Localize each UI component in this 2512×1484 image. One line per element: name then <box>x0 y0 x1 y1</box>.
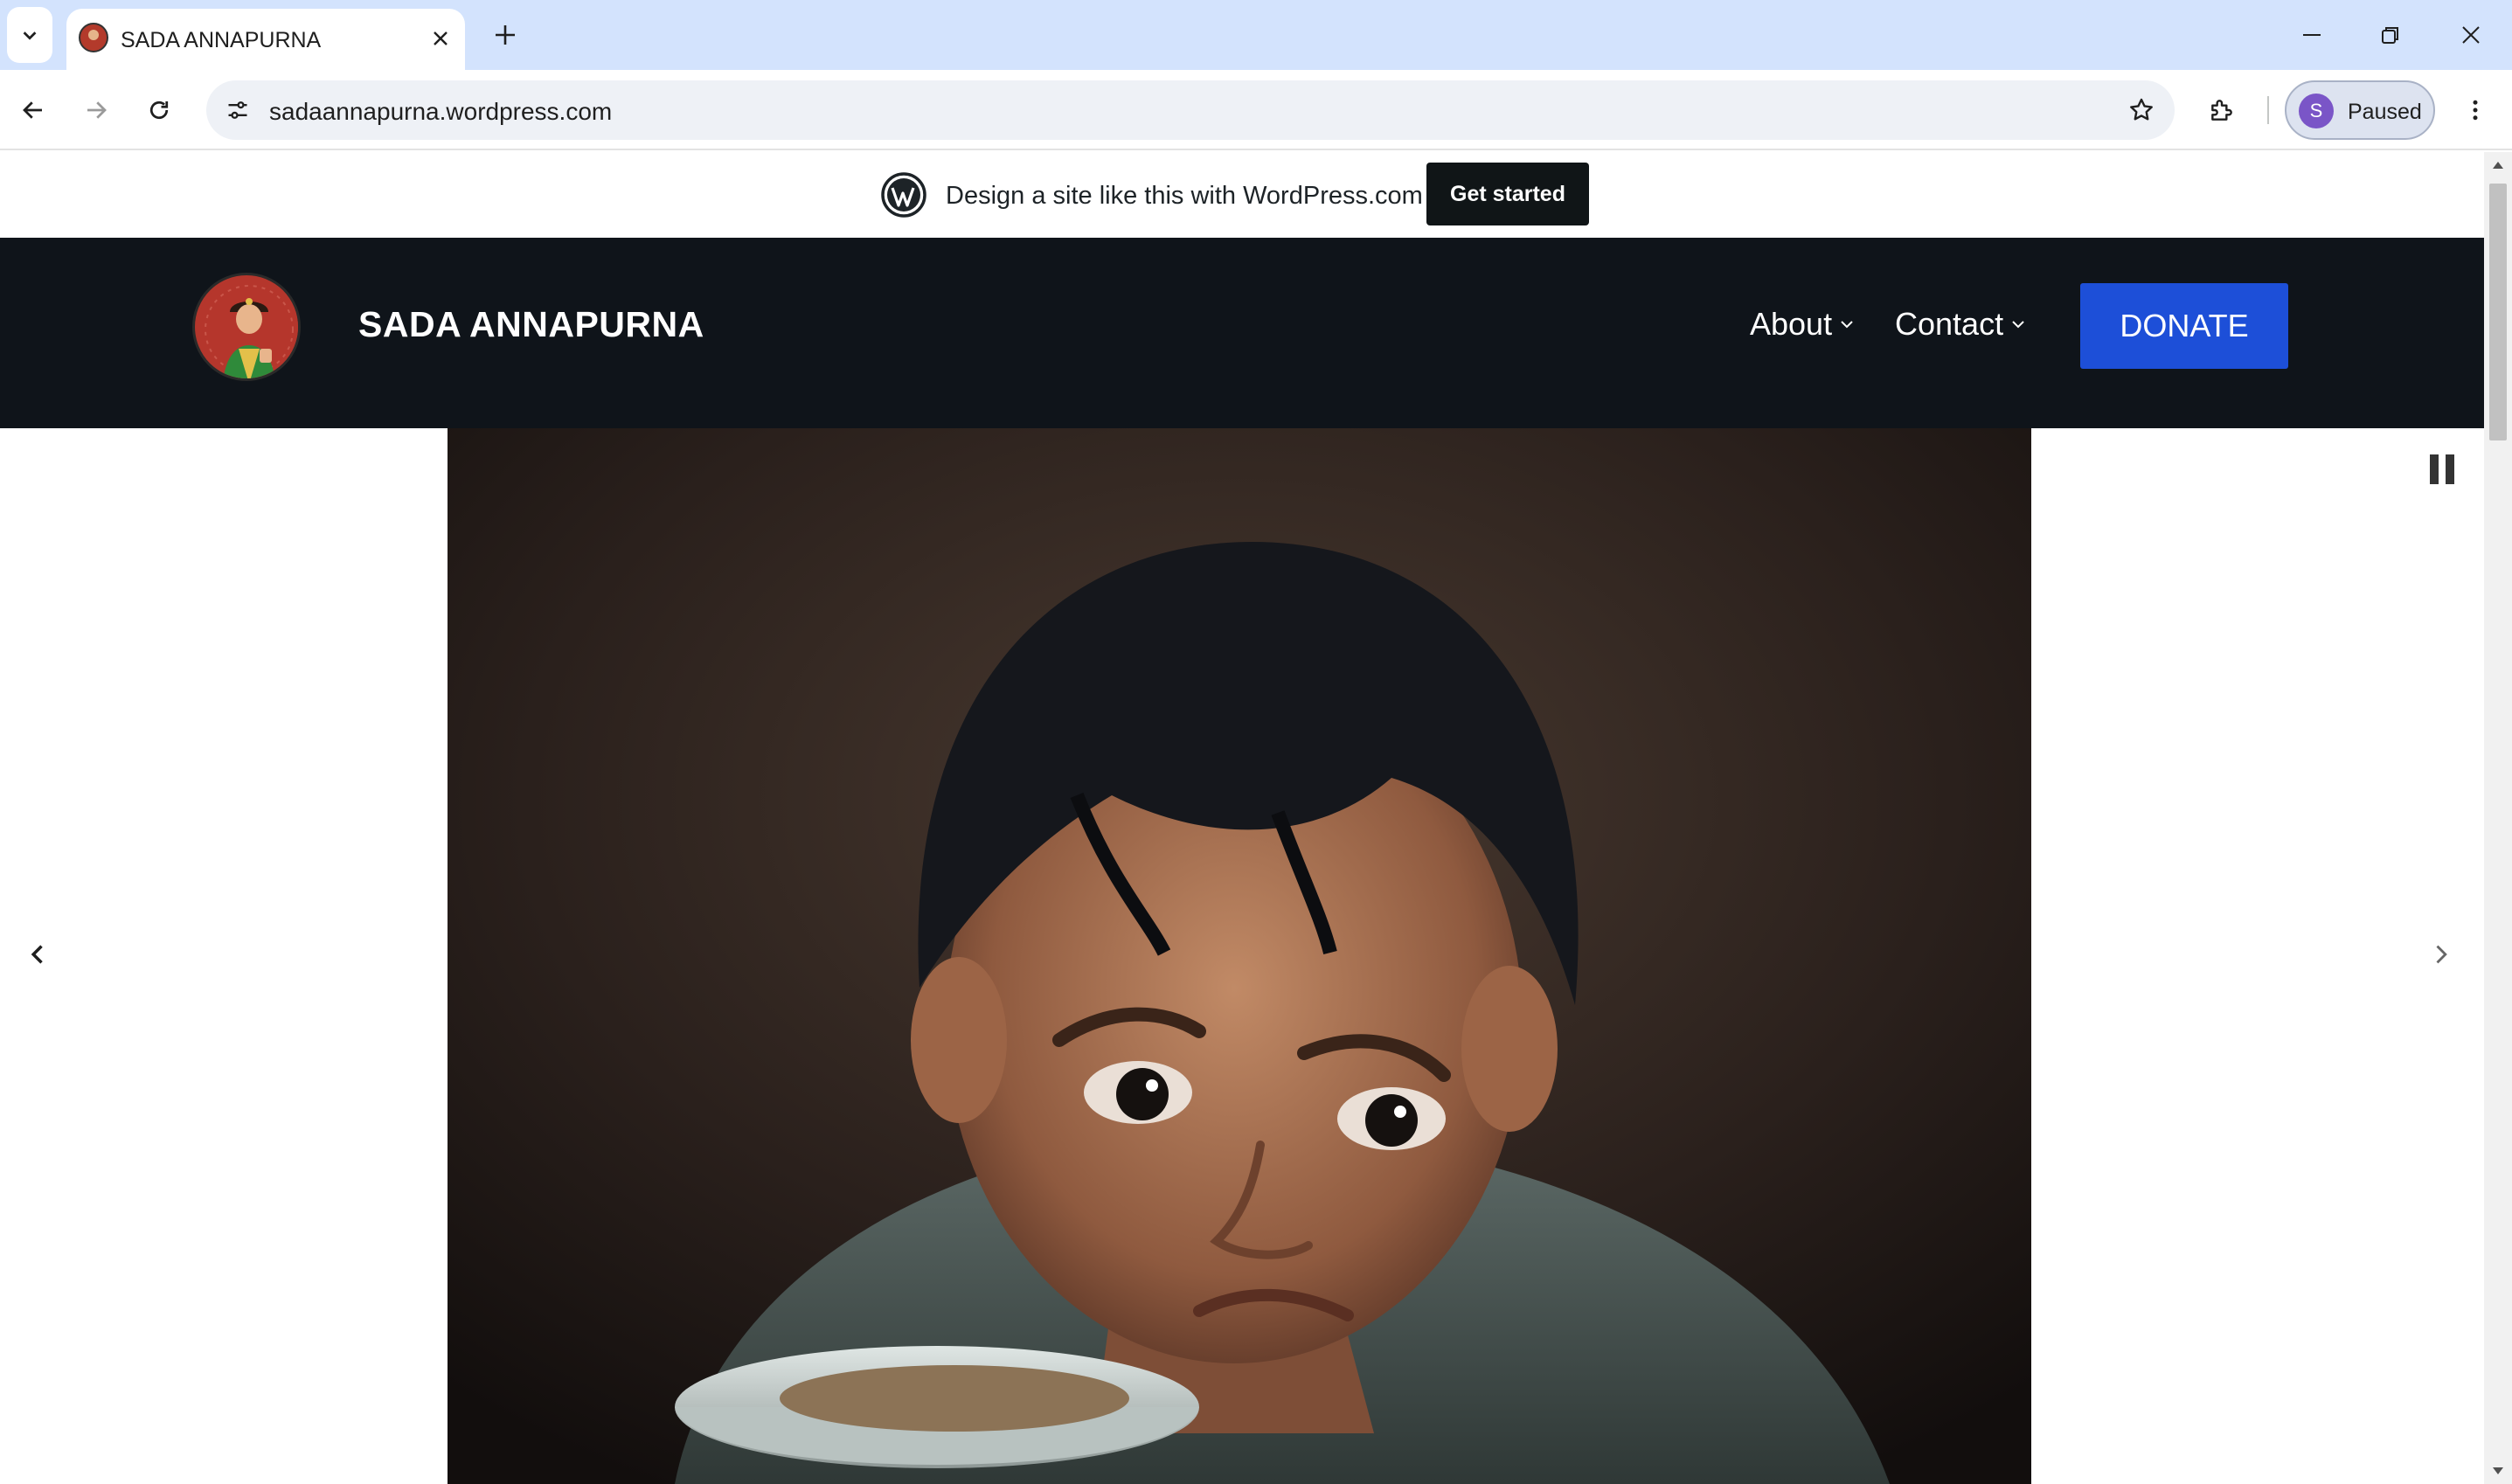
browser-toolbar: sadaannapurna.wordpress.com S Paused <box>0 70 2512 150</box>
chevron-right-icon <box>2436 945 2447 964</box>
wordpress-banner-text: Design a site like this with WordPress.c… <box>946 182 1423 210</box>
arrow-left-icon <box>23 101 42 119</box>
chevron-down-icon <box>23 31 37 40</box>
more-vertical-icon <box>2473 100 2478 121</box>
site-header: SADA ANNAPURNA About Contact DONATE <box>0 238 2484 428</box>
slider-pause-button[interactable] <box>2425 454 2460 493</box>
minimize-button[interactable] <box>2273 0 2351 70</box>
avatar: S <box>2299 94 2334 128</box>
site-logo[interactable] <box>192 273 301 381</box>
extensions-button[interactable] <box>2199 87 2245 133</box>
scroll-down-button[interactable] <box>2484 1458 2512 1484</box>
profile-button[interactable]: S Paused <box>2285 80 2435 140</box>
puzzle-icon <box>2211 100 2232 121</box>
chevron-down-icon <box>1841 321 1853 329</box>
close-window-button[interactable] <box>2432 0 2510 70</box>
scroll-up-button[interactable] <box>2484 152 2512 178</box>
annapurna-illustration-icon <box>197 277 298 378</box>
nav-item-label: Contact <box>1895 306 2004 342</box>
new-tab-button[interactable] <box>486 16 524 54</box>
site-info-button[interactable] <box>217 89 259 131</box>
child-with-bowl-photo <box>448 428 2031 1484</box>
slider-prev-button[interactable] <box>14 930 63 979</box>
toolbar-divider <box>2267 96 2269 124</box>
page-scrollbar[interactable] <box>2484 152 2512 1484</box>
url-text: sadaannapurna.wordpress.com <box>269 98 613 125</box>
back-button[interactable] <box>10 87 56 133</box>
scrollbar-thumb[interactable] <box>2489 184 2507 440</box>
slider-next-button[interactable] <box>2416 930 2465 979</box>
get-started-button[interactable]: Get started <box>1426 163 1589 225</box>
arrow-right-icon <box>87 101 107 119</box>
close-icon <box>2462 26 2480 44</box>
hero-slider <box>0 428 2484 1484</box>
close-icon <box>434 31 448 45</box>
reload-icon <box>149 101 169 120</box>
chevron-down-icon <box>2012 321 2024 329</box>
nav-item-label: About <box>1750 306 1833 342</box>
bookmark-button[interactable] <box>2120 89 2162 131</box>
slide-image <box>448 428 2031 1484</box>
page-viewport: Design a site like this with WordPress.c… <box>0 152 2512 1484</box>
nav-item-about[interactable]: About <box>1750 306 1855 343</box>
tab-search-button[interactable] <box>7 7 52 63</box>
plus-icon <box>496 25 515 45</box>
donate-button[interactable]: DONATE <box>2080 283 2288 369</box>
browser-tab-active[interactable]: SADA ANNAPURNA <box>66 9 465 70</box>
triangle-up-icon <box>2493 162 2503 169</box>
minimize-icon <box>2303 34 2321 36</box>
browser-tab-strip: SADA ANNAPURNA <box>0 0 2512 70</box>
pause-icon <box>2430 454 2439 484</box>
reload-button[interactable] <box>136 87 182 133</box>
forward-button[interactable] <box>73 87 119 133</box>
tab-title: SADA ANNAPURNA <box>121 28 322 52</box>
wordpress-logo-icon <box>881 172 926 218</box>
site-favicon-icon <box>79 23 108 52</box>
address-bar[interactable]: sadaannapurna.wordpress.com <box>206 80 2175 140</box>
wordpress-banner: Design a site like this with WordPress.c… <box>0 152 2484 238</box>
restore-button[interactable] <box>2351 0 2430 70</box>
pause-icon <box>2446 454 2454 484</box>
tab-close-button[interactable] <box>425 23 456 54</box>
site-title[interactable]: SADA ANNAPURNA <box>358 304 704 345</box>
browser-menu-button[interactable] <box>2453 87 2498 133</box>
chevron-left-icon <box>31 945 43 964</box>
nav-item-contact[interactable]: Contact <box>1895 306 2026 343</box>
profile-status: Paused <box>2348 100 2422 124</box>
restore-icon <box>2382 27 2398 44</box>
triangle-down-icon <box>2493 1467 2503 1474</box>
tune-icon <box>228 101 247 119</box>
star-icon <box>2130 98 2153 121</box>
